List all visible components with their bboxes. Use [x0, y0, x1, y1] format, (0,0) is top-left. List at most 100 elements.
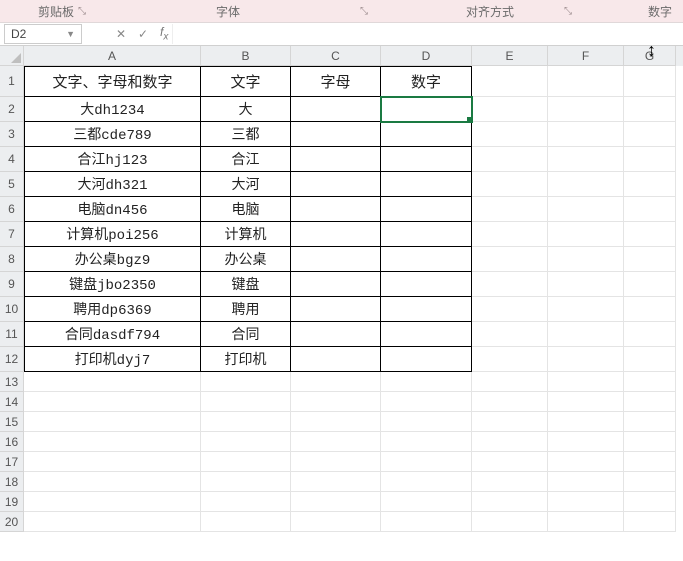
- cell[interactable]: 文字: [201, 66, 291, 97]
- cell[interactable]: [624, 247, 676, 272]
- chevron-down-icon[interactable]: ▼: [66, 29, 75, 39]
- cell[interactable]: [472, 222, 548, 247]
- fx-icon[interactable]: fx: [160, 25, 168, 42]
- cell[interactable]: 键盘jbo2350: [24, 272, 201, 297]
- cell[interactable]: [381, 512, 472, 532]
- cell[interactable]: [381, 147, 472, 172]
- cell[interactable]: [201, 412, 291, 432]
- cell[interactable]: [291, 432, 381, 452]
- cell[interactable]: [201, 372, 291, 392]
- cell[interactable]: [291, 492, 381, 512]
- spreadsheet-grid[interactable]: A B C D E F G ↕ 1 文字、字母和数字 文字 字母 数字 2 大d…: [0, 46, 683, 532]
- cell[interactable]: [548, 197, 624, 222]
- cell[interactable]: [291, 392, 381, 412]
- cell[interactable]: [381, 222, 472, 247]
- cell[interactable]: 办公桌: [201, 247, 291, 272]
- cell[interactable]: [472, 66, 548, 97]
- cell[interactable]: [291, 197, 381, 222]
- cell[interactable]: [624, 322, 676, 347]
- cell[interactable]: [381, 197, 472, 222]
- dialog-launcher-icon[interactable]: ⤡: [78, 6, 86, 17]
- cell[interactable]: [472, 272, 548, 297]
- cell[interactable]: 计算机poi256: [24, 222, 201, 247]
- cell[interactable]: [291, 297, 381, 322]
- cell[interactable]: [291, 222, 381, 247]
- column-header[interactable]: A: [24, 46, 201, 66]
- cell[interactable]: [624, 412, 676, 432]
- cell[interactable]: [624, 512, 676, 532]
- row-header[interactable]: 15: [0, 412, 24, 432]
- cell[interactable]: [624, 122, 676, 147]
- cell[interactable]: 合同dasdf794: [24, 322, 201, 347]
- row-header[interactable]: 10: [0, 297, 24, 322]
- column-header[interactable]: C: [291, 46, 381, 66]
- row-header[interactable]: 19: [0, 492, 24, 512]
- cell[interactable]: [548, 512, 624, 532]
- row-header[interactable]: 20: [0, 512, 24, 532]
- cell[interactable]: [548, 322, 624, 347]
- cell[interactable]: [624, 297, 676, 322]
- cell[interactable]: [548, 222, 624, 247]
- cell[interactable]: [24, 432, 201, 452]
- cell[interactable]: [201, 492, 291, 512]
- cell[interactable]: 电脑dn456: [24, 197, 201, 222]
- cell[interactable]: [472, 472, 548, 492]
- cell[interactable]: 大河dh321: [24, 172, 201, 197]
- column-header[interactable]: E: [472, 46, 548, 66]
- cell[interactable]: [381, 297, 472, 322]
- row-header[interactable]: 3: [0, 122, 24, 147]
- cell[interactable]: 三都: [201, 122, 291, 147]
- cell[interactable]: [472, 347, 548, 372]
- select-all-corner[interactable]: [0, 46, 24, 66]
- row-header[interactable]: 4: [0, 147, 24, 172]
- cell[interactable]: [472, 372, 548, 392]
- cell[interactable]: 文字、字母和数字: [24, 66, 201, 97]
- cell[interactable]: [381, 392, 472, 412]
- cell[interactable]: [201, 472, 291, 492]
- cell[interactable]: [548, 97, 624, 122]
- cell[interactable]: [472, 122, 548, 147]
- cell[interactable]: 三都cde789: [24, 122, 201, 147]
- cell[interactable]: [548, 66, 624, 97]
- cancel-formula-icon[interactable]: ✕: [110, 27, 132, 41]
- cell[interactable]: 合江hj123: [24, 147, 201, 172]
- cell[interactable]: 聘用: [201, 297, 291, 322]
- row-header[interactable]: 5: [0, 172, 24, 197]
- cell[interactable]: [472, 432, 548, 452]
- cell[interactable]: [201, 392, 291, 412]
- cell[interactable]: [291, 347, 381, 372]
- row-header[interactable]: 1: [0, 66, 24, 97]
- cell[interactable]: [624, 197, 676, 222]
- cell[interactable]: 打印机dyj7: [24, 347, 201, 372]
- row-header[interactable]: 9: [0, 272, 24, 297]
- cell[interactable]: [472, 452, 548, 472]
- cell[interactable]: [291, 412, 381, 432]
- cell[interactable]: [291, 247, 381, 272]
- row-header[interactable]: 16: [0, 432, 24, 452]
- cell[interactable]: [548, 432, 624, 452]
- cell[interactable]: [624, 147, 676, 172]
- dialog-launcher-icon[interactable]: ⤡: [564, 6, 572, 17]
- cell[interactable]: [381, 412, 472, 432]
- cell[interactable]: [472, 97, 548, 122]
- column-header[interactable]: F: [548, 46, 624, 66]
- cell[interactable]: [381, 432, 472, 452]
- cell[interactable]: [548, 122, 624, 147]
- cell[interactable]: [624, 392, 676, 412]
- cell[interactable]: [548, 412, 624, 432]
- cell[interactable]: [381, 247, 472, 272]
- formula-input[interactable]: [172, 24, 683, 44]
- cell[interactable]: [548, 452, 624, 472]
- name-box[interactable]: D2 ▼: [4, 24, 82, 44]
- row-header[interactable]: 17: [0, 452, 24, 472]
- cell[interactable]: [472, 412, 548, 432]
- cell[interactable]: [624, 432, 676, 452]
- cell[interactable]: 办公桌bgz9: [24, 247, 201, 272]
- cell[interactable]: [548, 172, 624, 197]
- cell[interactable]: [472, 322, 548, 347]
- cell[interactable]: [624, 66, 676, 97]
- cell[interactable]: [548, 492, 624, 512]
- cell[interactable]: [548, 272, 624, 297]
- cell[interactable]: 聘用dp6369: [24, 297, 201, 322]
- cell[interactable]: [472, 147, 548, 172]
